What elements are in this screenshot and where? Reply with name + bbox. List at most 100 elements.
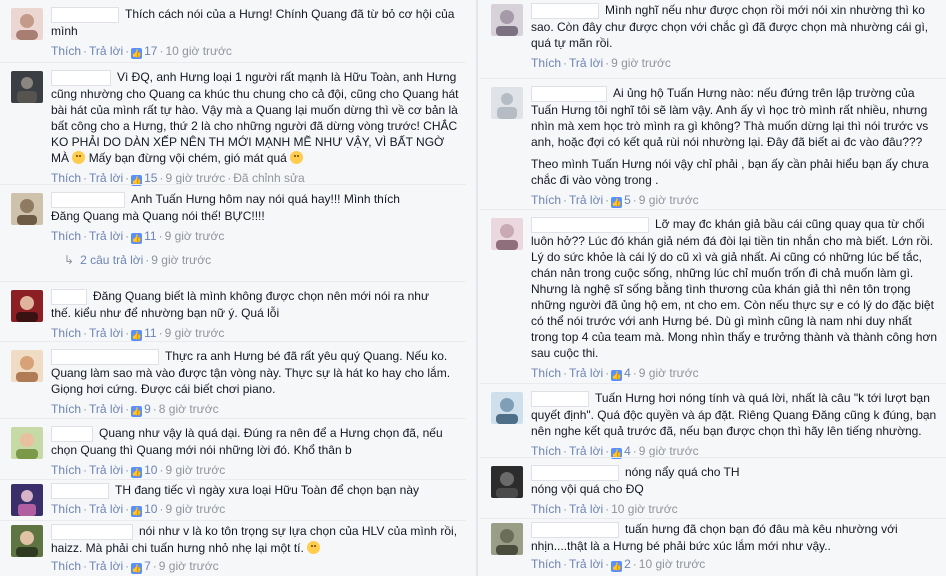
thumbs-up-icon: 👍 (611, 560, 623, 572)
comment-text: nóng nẩy quá cho TH (531, 464, 940, 481)
reply-link[interactable]: Trả lời (89, 402, 123, 416)
avatar[interactable] (491, 466, 523, 498)
like-count[interactable]: 👍 2 (611, 557, 631, 572)
avatar[interactable] (11, 71, 43, 103)
timestamp[interactable]: 9 giờ trước (165, 463, 225, 477)
like-link[interactable]: Thích (51, 502, 81, 516)
commenter-name[interactable] (531, 85, 607, 102)
comment-text: Vì ĐQ, anh Hưng loại 1 người rất mạnh là… (51, 69, 459, 165)
avatar[interactable] (11, 193, 43, 225)
timestamp[interactable]: 8 giờ trước (159, 402, 219, 416)
comment-item: tuấn hưng đã chọn bạn đó đâu mà kêu nhườ… (480, 519, 946, 576)
timestamp[interactable]: 9 giờ trước (611, 56, 671, 70)
like-count[interactable]: 👍 7 (131, 559, 151, 574)
thumbs-up-icon: 👍 (131, 232, 143, 244)
commenter-name[interactable] (531, 390, 589, 407)
like-count[interactable]: 👍 11 (131, 326, 157, 341)
reply-link[interactable]: Trả lời (89, 559, 123, 573)
like-link[interactable]: Thích (531, 366, 561, 380)
like-link[interactable]: Thích (51, 402, 81, 416)
reply-link[interactable]: Trả lời (569, 193, 603, 207)
commenter-name[interactable] (51, 348, 159, 365)
commenter-name[interactable] (531, 2, 599, 19)
timestamp[interactable]: 9 giờ trước (165, 326, 225, 340)
commenter-name[interactable] (51, 288, 87, 305)
like-link[interactable]: Thích (531, 193, 561, 207)
thumbs-up-icon: 👍 (131, 47, 143, 59)
like-count[interactable]: 👍 4 (611, 444, 631, 459)
comment-item: Anh Tuấn Hưng hôm nay nói quá hay!!! Mìn… (0, 185, 466, 281)
like-link[interactable]: Thích (51, 463, 81, 477)
like-count[interactable]: 👍 10 (131, 463, 157, 478)
like-count[interactable]: 👍 15 (131, 171, 157, 186)
tongue-emoji-icon (290, 150, 304, 164)
reply-link[interactable]: Trả lời (569, 444, 603, 458)
like-link[interactable]: Thích (51, 171, 81, 185)
like-link[interactable]: Thích (51, 559, 81, 573)
timestamp[interactable]: 9 giờ trước (639, 444, 699, 458)
commenter-name[interactable] (51, 425, 93, 442)
commenter-name[interactable] (51, 69, 111, 86)
avatar[interactable] (11, 427, 43, 459)
like-count[interactable]: 👍 4 (611, 366, 631, 381)
thumbs-up-icon: 👍 (611, 196, 623, 208)
like-count[interactable]: 👍 5 (611, 193, 631, 208)
comment-item: Lỡ may đc khán giả bầu cái cũng quay qua… (480, 210, 946, 383)
timestamp[interactable]: 10 giờ trước (165, 44, 231, 58)
comment-item: nói như v là ko tôn trọng sự lựa chọn củ… (0, 521, 466, 576)
reply-link[interactable]: Trả lời (89, 229, 123, 243)
like-count[interactable]: 👍 10 (131, 502, 157, 517)
avatar[interactable] (11, 290, 43, 322)
avatar[interactable] (11, 350, 43, 382)
comment-text: Ai ủng hộ Tuấn Hưng nào: nếu đứng trên l… (531, 85, 929, 149)
reply-link[interactable]: Trả lời (89, 44, 123, 58)
timestamp[interactable]: 10 giờ trước (639, 557, 705, 571)
commenter-name[interactable] (51, 6, 119, 23)
avatar[interactable] (491, 218, 523, 250)
avatar[interactable] (11, 525, 43, 557)
timestamp[interactable]: 10 giờ trước (611, 502, 677, 516)
reply-link[interactable]: Trả lời (569, 366, 603, 380)
avatar[interactable] (491, 392, 523, 424)
avatar[interactable] (11, 484, 43, 516)
like-link[interactable]: Thích (51, 229, 81, 243)
timestamp[interactable]: 9 giờ trước (165, 171, 225, 185)
like-count[interactable]: 👍 17 (131, 44, 157, 59)
timestamp[interactable]: 9 giờ trước (639, 193, 699, 207)
avatar[interactable] (491, 4, 523, 36)
comment-item: Quang như vậy là quá dại. Đúng ra nên để… (0, 419, 466, 479)
like-link[interactable]: Thích (51, 44, 81, 58)
commenter-name[interactable] (531, 521, 619, 538)
like-link[interactable]: Thích (531, 557, 561, 571)
avatar[interactable] (491, 523, 523, 555)
like-link[interactable]: Thích (531, 502, 561, 516)
comment-text: Lỡ may đc khán giả bầu cái cũng quay qua… (531, 216, 938, 360)
view-replies-link[interactable]: ↳ 2 câu trả lời · 9 giờ trước (64, 253, 211, 267)
timestamp[interactable]: 9 giờ trước (165, 502, 225, 516)
commenter-name[interactable] (51, 523, 133, 540)
reply-link[interactable]: Trả lời (89, 171, 123, 185)
reply-link[interactable]: Trả lời (569, 56, 603, 70)
timestamp[interactable]: 9 giờ trước (639, 366, 699, 380)
like-link[interactable]: Thích (51, 326, 81, 340)
edited-label[interactable]: Đã chỉnh sửa (233, 171, 304, 185)
like-count[interactable]: 👍 11 (131, 229, 157, 244)
avatar[interactable] (11, 8, 43, 40)
like-link[interactable]: Thích (531, 444, 561, 458)
commenter-name[interactable] (51, 191, 125, 208)
commenter-name[interactable] (531, 464, 619, 481)
commenter-name[interactable] (531, 216, 649, 233)
comment-item: Tuấn Hưng hơi nóng tính và quá lời, nhất… (480, 384, 946, 459)
reply-link[interactable]: Trả lời (569, 502, 603, 516)
reply-link[interactable]: Trả lời (89, 326, 123, 340)
commenter-name[interactable] (51, 482, 109, 499)
like-link[interactable]: Thích (531, 56, 561, 70)
avatar[interactable] (491, 87, 523, 119)
reply-link[interactable]: Trả lời (89, 463, 123, 477)
thumbs-up-icon: 👍 (131, 562, 143, 574)
reply-link[interactable]: Trả lời (569, 557, 603, 571)
reply-link[interactable]: Trả lời (89, 502, 123, 516)
timestamp[interactable]: 9 giờ trước (159, 559, 219, 573)
like-count[interactable]: 👍 9 (131, 402, 151, 417)
timestamp[interactable]: 9 giờ trước (165, 229, 225, 243)
